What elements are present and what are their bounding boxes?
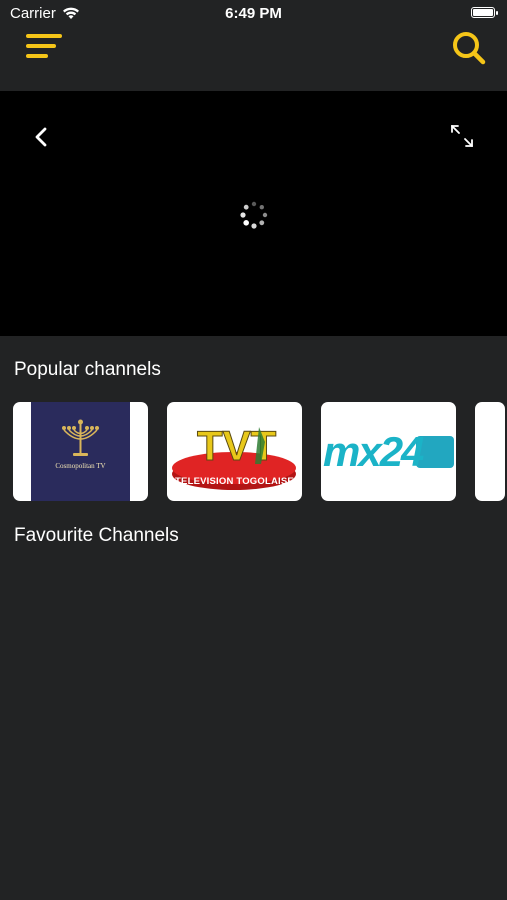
favourite-channels-title: Favourite Channels [14, 525, 179, 546]
channel-logo-text: TELEVISION TOGOLAISE [175, 476, 294, 487]
channel-card-mx24[interactable]: mx24 [321, 402, 456, 501]
menu-button[interactable] [24, 32, 66, 66]
channel-logo-text: mx24 [323, 428, 424, 475]
loading-spinner [240, 201, 268, 229]
video-player[interactable] [0, 91, 507, 336]
channel-logo-text: Cosmopolitan TV [55, 462, 106, 470]
channel-card-cosmopolitan[interactable]: Cosmopolitan TV [13, 402, 148, 501]
svg-text:TVT: TVT [197, 422, 277, 469]
search-button[interactable] [449, 28, 489, 68]
fullscreen-button[interactable] [449, 123, 475, 149]
channel-card-partial[interactable] [475, 402, 505, 501]
nav-bar [0, 28, 507, 91]
popular-channels-list[interactable]: Cosmopolitan TV TVT TELEVISION TOGOLAISE [0, 402, 507, 502]
popular-channels-title: Popular channels [14, 359, 161, 380]
channel-card-tvt[interactable]: TVT TELEVISION TOGOLAISE [167, 402, 302, 501]
status-bar: Carrier 6:49 PM [0, 0, 507, 28]
status-time: 6:49 PM [225, 5, 282, 22]
menu-icon [26, 34, 62, 58]
chevron-left-icon [35, 127, 47, 147]
back-button[interactable] [32, 125, 52, 149]
search-icon [453, 32, 486, 65]
channel-logo-cosmopolitan: Cosmopolitan TV [31, 402, 130, 501]
expand-icon [451, 125, 473, 147]
menorah-icon [62, 419, 99, 456]
battery-icon [471, 7, 498, 18]
spinner-icon [240, 201, 268, 229]
